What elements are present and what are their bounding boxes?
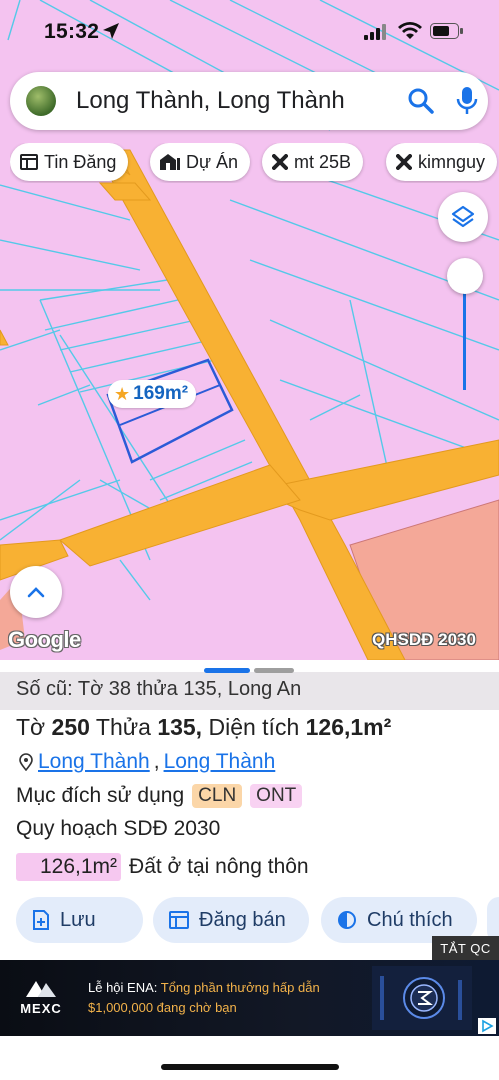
- purpose-label: Mục đích sử dụng: [16, 784, 185, 807]
- save-icon: [33, 910, 49, 930]
- chip-tin-dang[interactable]: Tin Đăng: [10, 143, 129, 181]
- chip-label: mt 25B: [294, 151, 352, 172]
- zone-description: Đất ở tại nông thôn: [129, 855, 309, 878]
- ad-brand-name: MEXC: [20, 1001, 62, 1016]
- sheet-handle-active[interactable]: [204, 668, 250, 673]
- mexc-logo-icon: [26, 981, 56, 997]
- search-query[interactable]: Long Thành, Long Thành: [76, 87, 345, 115]
- sheet-label-to: Tờ: [16, 714, 46, 740]
- ad-artwork: [372, 966, 472, 1030]
- location-pin-icon: [19, 753, 33, 771]
- microphone-icon[interactable]: [456, 86, 478, 116]
- expand-up-button[interactable]: [10, 566, 62, 618]
- avatar[interactable]: [26, 86, 56, 116]
- search-bar[interactable]: Long Thành, Long Thành: [10, 72, 488, 130]
- battery-icon: [430, 23, 463, 39]
- old-reference: Số cũ: Tờ 38 thửa 135, Long An: [0, 672, 499, 710]
- layers-button[interactable]: [438, 192, 488, 242]
- post-listing-button[interactable]: Đăng bán: [153, 897, 309, 943]
- cellular-signal-icon: [364, 24, 386, 40]
- address-link-ward[interactable]: Long Thành: [164, 750, 276, 774]
- address-separator: ,: [153, 750, 160, 773]
- purpose-tag-ont[interactable]: ONT: [250, 784, 303, 808]
- status-bar: 15:32: [0, 0, 499, 62]
- star-icon: ★: [114, 383, 131, 404]
- search-icon[interactable]: [408, 88, 434, 114]
- ad-headline: Lễ hội ENA: Tổng phần thưởng hấp dẫn: [88, 980, 320, 995]
- area-label: Diện tích: [208, 714, 300, 740]
- parcel-label: Thửa: [95, 714, 151, 740]
- chip-kimnguy[interactable]: kimnguy: [386, 143, 498, 181]
- ad-headline-highlight: Tổng phần thưởng hấp dẫn: [160, 980, 320, 995]
- area-value: 126,1m²: [305, 714, 392, 740]
- plan-label: Quy hoạch SDĐ 2030: [16, 817, 221, 840]
- google-logo: Google: [8, 627, 81, 652]
- chip-label: Tin Đăng: [44, 151, 117, 172]
- close-ad-button[interactable]: TẮT QC: [432, 936, 499, 960]
- parcel-info-sheet: Số cũ: Tờ 38 thửa 135, Long An Tờ 250 Th…: [0, 660, 499, 960]
- parcel-number: 135,: [157, 714, 203, 740]
- chip-mt-25b[interactable]: mt 25B: [262, 143, 364, 181]
- news-icon: [20, 154, 38, 170]
- chevron-up-icon: [27, 587, 45, 598]
- ruler-icon: [272, 154, 288, 170]
- ruler-icon: [396, 154, 412, 170]
- layers-icon: [451, 205, 475, 228]
- save-button[interactable]: Lưu: [16, 897, 143, 943]
- land-use-purpose: Mục đích sử dụng CLN ONT: [16, 784, 303, 808]
- wifi-icon: [398, 22, 422, 39]
- filter-chips: Tin Đăng Dự Án mt 25B kimnguy: [10, 143, 499, 183]
- post-listing-label: Đăng bán: [199, 908, 286, 931]
- area-badge-value: 169m²: [133, 383, 189, 404]
- selected-lot: [106, 358, 234, 464]
- save-button-label: Lưu: [60, 908, 96, 931]
- map-view[interactable]: 15:32 Long Thành, Long Thành Tin Đăng Dự…: [0, 0, 499, 660]
- legend-icon: [338, 911, 356, 929]
- chip-label: kimnguy: [418, 151, 486, 172]
- sheet-number: 250: [51, 714, 90, 740]
- sheet-handle-inactive[interactable]: [254, 668, 294, 673]
- parcel-title: Tờ 250 Thửa 135, Diện tích 126,1m²: [16, 714, 391, 741]
- status-time: 15:32: [44, 20, 100, 43]
- chip-label: Dự Án: [186, 151, 239, 172]
- purpose-tag-cln[interactable]: CLN: [192, 784, 243, 808]
- location-arrow-icon: [103, 23, 119, 39]
- legend-button-label: Chú thích: [367, 908, 453, 931]
- address-link-district[interactable]: Long Thành: [38, 750, 150, 774]
- ad-subline: $1,000,000 đang chờ bạn: [88, 1000, 237, 1015]
- zone-area: 126,1m²: [16, 853, 122, 881]
- chip-du-an[interactable]: Dự Án: [150, 143, 251, 181]
- home-indicator-area: [0, 1036, 499, 1080]
- ad-banner[interactable]: MEXC Lễ hội ENA: Tổng phần thưởng hấp dẫ…: [0, 960, 499, 1036]
- area-badge[interactable]: ★ 169m²: [108, 380, 197, 408]
- building-icon: [160, 154, 180, 170]
- ad-headline-prefix: Lễ hội ENA:: [88, 980, 158, 995]
- home-indicator[interactable]: [161, 1064, 339, 1070]
- ad-brand: MEXC: [16, 978, 66, 1016]
- opacity-slider-handle[interactable]: [447, 258, 483, 294]
- listing-icon: [169, 911, 189, 929]
- parcel-address: Long Thành, Long Thành: [18, 750, 275, 774]
- overlay-label: QHSDĐ 2030: [372, 630, 476, 649]
- zone-row: 126,1m² Đất ở tại nông thôn: [16, 853, 309, 881]
- adchoices-icon[interactable]: [478, 1018, 496, 1034]
